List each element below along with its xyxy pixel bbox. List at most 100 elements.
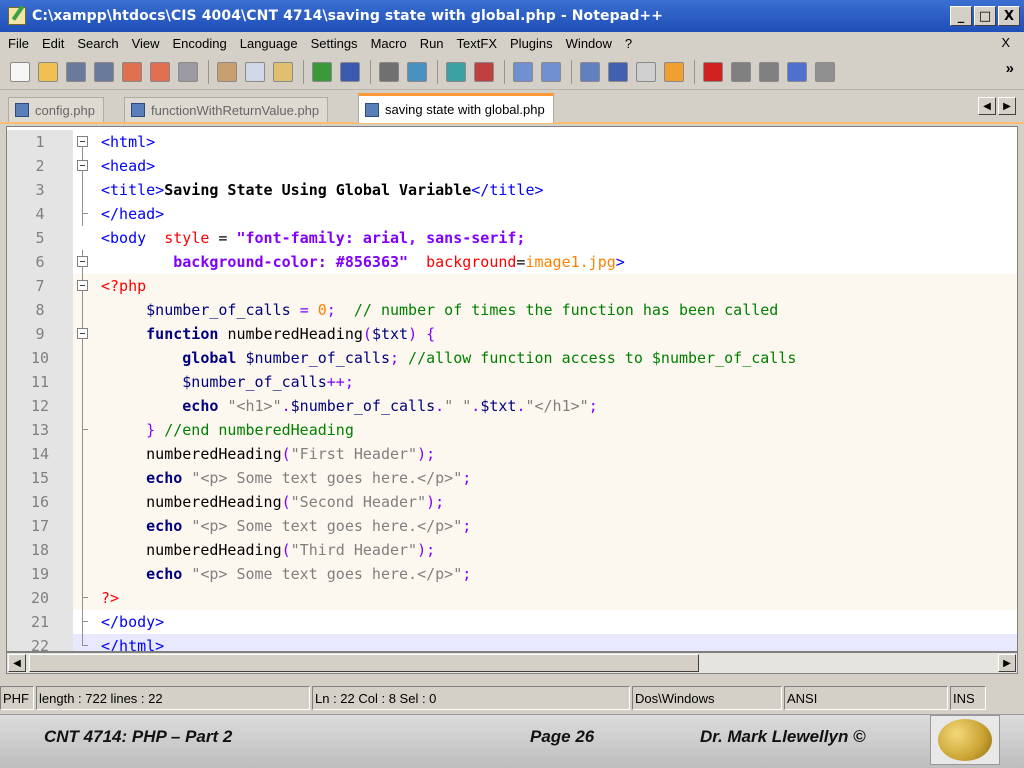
menu-file[interactable]: File [8,36,29,51]
redo-icon[interactable] [340,61,360,82]
stop-icon[interactable] [731,61,751,82]
fold-toggle-icon[interactable] [75,274,93,298]
minimize-button[interactable]: _ [950,6,972,26]
code-line[interactable]: 19 echo "<p> Some text goes here.</p>"; [7,562,1017,586]
code-text[interactable]: echo "<p> Some text goes here.</p>"; [101,514,471,538]
code-text[interactable]: echo "<h1>".$number_of_calls." ".$txt."<… [101,394,597,418]
code-line[interactable]: 22 </html> [7,634,1017,651]
code-line[interactable]: 6 background-color: #856363" background=… [7,250,1017,274]
fold-toggle-icon[interactable] [75,322,93,346]
code-line[interactable]: 20 ?> [7,586,1017,610]
copy-icon[interactable] [245,61,265,82]
code-line[interactable]: 12 echo "<h1>".$number_of_calls." ".$txt… [7,394,1017,418]
tab-scroll-right-button[interactable]: ▶ [998,97,1016,115]
close-icon[interactable] [122,61,142,82]
code-line[interactable]: 11 $number_of_calls++; [7,370,1017,394]
record-icon[interactable] [703,61,723,82]
code-line[interactable]: 9 function numberedHeading($txt) { [7,322,1017,346]
save-macro-icon[interactable] [815,61,835,82]
code-line[interactable]: 15 echo "<p> Some text goes here.</p>"; [7,466,1017,490]
menu-edit[interactable]: Edit [42,36,64,51]
code-text[interactable]: <body style = "font-family: arial, sans-… [101,226,525,250]
paste-icon[interactable] [273,61,293,82]
code-text[interactable]: echo "<p> Some text goes here.</p>"; [101,466,471,490]
scroll-thumb[interactable] [29,654,699,672]
tab-scroll-left-button[interactable]: ◀ [978,97,996,115]
code-text[interactable]: </head> [101,202,164,226]
tab-function-with-return-value[interactable]: functionWithReturnValue.php [124,97,329,122]
menu-language[interactable]: Language [240,36,298,51]
undo-icon[interactable] [312,61,332,82]
open-file-icon[interactable] [38,61,58,82]
maximize-button[interactable]: □ [974,6,996,26]
find-icon[interactable] [379,61,399,82]
save-icon[interactable] [66,61,86,82]
menu-encoding[interactable]: Encoding [173,36,227,51]
code-text[interactable]: $number_of_calls++; [101,370,354,394]
code-editor[interactable]: 1 <html> 2 <head> 3 <title>Saving State Using… [6,126,1018,652]
code-line[interactable]: 16 numberedHeading("Second Header"); [7,490,1017,514]
code-text[interactable]: $number_of_calls = 0; // number of times… [101,298,778,322]
menu-textfx[interactable]: TextFX [457,36,497,51]
code-text[interactable]: ?> [101,586,119,610]
menu-view[interactable]: View [132,36,160,51]
indent-guide-icon[interactable] [636,61,656,82]
udl-icon[interactable] [664,61,684,82]
code-text[interactable]: </body> [101,610,164,634]
zoom-out-icon[interactable] [474,61,494,82]
new-file-icon[interactable] [10,61,30,82]
menu-help[interactable]: ? [625,36,632,51]
print-icon[interactable] [178,61,198,82]
play-multi-icon[interactable] [787,61,807,82]
code-text[interactable]: </html> [101,634,164,651]
code-line[interactable]: 18 numberedHeading("Third Header"); [7,538,1017,562]
code-text[interactable]: } //end numberedHeading [101,418,354,442]
code-text[interactable]: numberedHeading("Second Header"); [101,490,444,514]
code-line[interactable]: 3 <title>Saving State Using Global Variab… [7,178,1017,202]
code-text[interactable]: <html> [101,130,155,154]
code-text[interactable]: numberedHeading("First Header"); [101,442,435,466]
zoom-in-icon[interactable] [446,61,466,82]
horizontal-scrollbar[interactable]: ◀ ▶ [6,652,1018,674]
sync-v-icon[interactable] [513,61,533,82]
cut-icon[interactable] [217,61,237,82]
fold-toggle-icon[interactable] [75,130,93,154]
toolbar-overflow-button[interactable]: » [1006,60,1014,77]
code-line[interactable]: 1 <html> [7,130,1017,154]
menu-window[interactable]: Window [566,36,612,51]
code-line[interactable]: 13 } //end numberedHeading [7,418,1017,442]
all-chars-icon[interactable] [608,61,628,82]
code-text[interactable]: background-color: #856363" background=im… [101,250,625,274]
code-line[interactable]: 21 </body> [7,610,1017,634]
code-text[interactable]: <title>Saving State Using Global Variabl… [101,178,544,202]
code-text[interactable]: global $number_of_calls; //allow functio… [101,346,796,370]
tab-saving-state-with-global[interactable]: saving state with global.php [358,93,554,123]
code-line[interactable]: 14 numberedHeading("First Header"); [7,442,1017,466]
scroll-right-button[interactable]: ▶ [998,654,1016,672]
code-line[interactable]: 8 $number_of_calls = 0; // number of tim… [7,298,1017,322]
sync-h-icon[interactable] [541,61,561,82]
tab-config-php[interactable]: config.php [8,97,104,122]
code-line[interactable]: 10 global $number_of_calls; //allow func… [7,346,1017,370]
menu-macro[interactable]: Macro [371,36,407,51]
play-icon[interactable] [759,61,779,82]
scroll-left-button[interactable]: ◀ [8,654,26,672]
code-text[interactable]: function numberedHeading($txt) { [101,322,435,346]
code-line[interactable]: 5 <body style = "font-family: arial, sans… [7,226,1017,250]
wrap-icon[interactable] [580,61,600,82]
code-line[interactable]: 2 <head> [7,154,1017,178]
menu-settings[interactable]: Settings [311,36,358,51]
close-all-icon[interactable] [150,61,170,82]
code-text[interactable]: numberedHeading("Third Header"); [101,538,435,562]
menu-plugins[interactable]: Plugins [510,36,553,51]
code-line[interactable]: 7 <?php [7,274,1017,298]
replace-icon[interactable] [407,61,427,82]
code-text[interactable]: <?php [101,274,146,298]
fold-toggle-icon[interactable] [75,250,93,274]
save-all-icon[interactable] [94,61,114,82]
code-text[interactable]: echo "<p> Some text goes here.</p>"; [101,562,471,586]
close-button[interactable]: X [998,6,1020,26]
fold-toggle-icon[interactable] [75,154,93,178]
code-text[interactable]: <head> [101,154,155,178]
menu-search[interactable]: Search [77,36,118,51]
